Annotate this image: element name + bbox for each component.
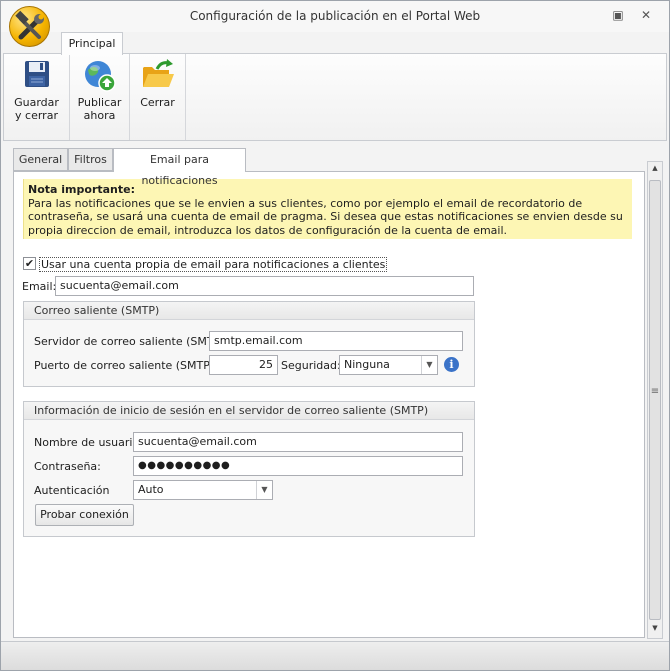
close-button[interactable]: ✕ bbox=[637, 7, 655, 23]
ribbon-tab-strip: Principal bbox=[1, 32, 669, 55]
smtp-group-title: Correo saliente (SMTP) bbox=[24, 302, 474, 320]
close-label: Cerrar bbox=[140, 96, 175, 109]
notice-heading: Nota importante: bbox=[28, 183, 135, 196]
auth-value: Auto bbox=[138, 483, 164, 496]
status-bar bbox=[1, 641, 669, 670]
tab-general[interactable]: General bbox=[13, 148, 68, 171]
security-value: Ninguna bbox=[344, 358, 390, 371]
username-field[interactable]: sucuenta@email.com bbox=[133, 432, 463, 452]
folder-icon bbox=[143, 59, 174, 87]
restore-button[interactable]: ▣ bbox=[609, 7, 627, 23]
smtp-port-field[interactable]: 25 bbox=[209, 355, 278, 375]
username-label: Nombre de usuario: bbox=[34, 436, 143, 449]
tools-app-icon[interactable] bbox=[9, 6, 50, 47]
scroll-thumb[interactable]: ≡ bbox=[649, 180, 661, 620]
vertical-scrollbar[interactable]: ▲ ≡ ▼ bbox=[647, 161, 663, 639]
email-label: Email: bbox=[22, 280, 57, 293]
scroll-down-arrow[interactable]: ▼ bbox=[648, 624, 662, 632]
publish-now-label: Publicar ahora bbox=[77, 96, 122, 122]
auth-select[interactable]: Auto ▼ bbox=[133, 480, 273, 500]
smtp-port-label: Puerto de correo saliente (SMTP): bbox=[34, 359, 218, 372]
settings-window: Configuración de la publicación en el Po… bbox=[0, 0, 670, 671]
title-bar: Configuración de la publicación en el Po… bbox=[1, 1, 669, 32]
security-label: Seguridad: bbox=[281, 359, 341, 372]
scroll-grip-icon: ≡ bbox=[650, 386, 660, 397]
chevron-down-icon[interactable]: ▼ bbox=[256, 481, 272, 499]
smtp-server-label: Servidor de correo saliente (SMTP): bbox=[34, 335, 229, 348]
important-notice: Nota importante: Para las notificaciones… bbox=[23, 179, 632, 239]
scroll-up-arrow[interactable]: ▲ bbox=[648, 164, 662, 172]
smtp-server-field[interactable]: smtp.email.com bbox=[209, 331, 463, 351]
security-select[interactable]: Ninguna ▼ bbox=[339, 355, 438, 375]
window-title: Configuración de la publicación en el Po… bbox=[189, 9, 481, 23]
password-label: Contraseña: bbox=[34, 460, 101, 473]
auth-label: Autenticación bbox=[34, 484, 110, 497]
ribbon: Guardar y cerrar Publicar ahora Cerrar bbox=[3, 53, 667, 141]
save-and-close-label: Guardar y cerrar bbox=[14, 96, 59, 122]
email-field[interactable]: sucuenta@email.com bbox=[55, 276, 474, 296]
notice-body: Para las notificaciones que se le envien… bbox=[28, 196, 623, 237]
publish-now-button[interactable]: Publicar ahora bbox=[70, 54, 130, 140]
chevron-down-icon[interactable]: ▼ bbox=[421, 356, 437, 374]
save-and-close-button[interactable]: Guardar y cerrar bbox=[4, 54, 70, 140]
use-own-account-label[interactable]: Usar una cuenta propia de email para not… bbox=[39, 257, 388, 272]
info-icon[interactable]: i bbox=[444, 357, 459, 372]
tab-email-notificaciones[interactable]: Email para notificaciones bbox=[113, 148, 246, 187]
globe-upload-icon bbox=[85, 61, 116, 92]
test-connection-button[interactable]: Probar conexión bbox=[35, 504, 134, 526]
ribbon-tab-principal[interactable]: Principal bbox=[61, 32, 123, 55]
login-group-title: Información de inicio de sesión en el se… bbox=[24, 402, 474, 420]
floppy-disk-icon bbox=[25, 61, 49, 87]
settings-tabs: General Filtros Email para notificacione… bbox=[13, 148, 653, 187]
close-ribbon-button[interactable]: Cerrar bbox=[130, 54, 186, 140]
password-field[interactable]: ●●●●●●●●●● bbox=[133, 456, 463, 476]
tab-filtros[interactable]: Filtros bbox=[68, 148, 113, 171]
use-own-account-checkbox[interactable]: ✔ bbox=[23, 257, 36, 270]
